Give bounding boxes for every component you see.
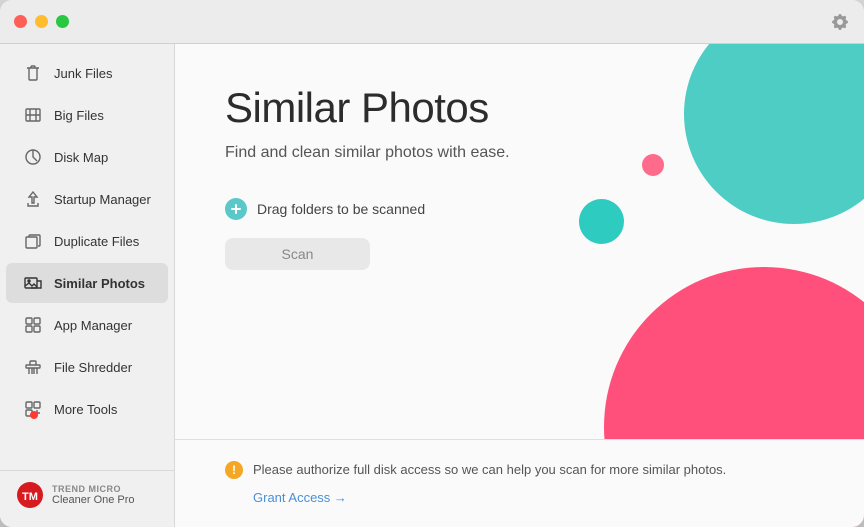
sidebar-label-app-manager: App Manager [54, 318, 132, 333]
bottom-notice: ! Please authorize full disk access so w… [175, 439, 864, 527]
footer-brand-text: TREND MICRO Cleaner One Pro [52, 484, 135, 506]
settings-icon[interactable] [830, 12, 850, 32]
sidebar-label-disk-map: Disk Map [54, 150, 108, 165]
sidebar-label-junk-files: Junk Files [54, 66, 113, 81]
similar-photos-icon [22, 272, 44, 294]
sidebar: Junk Files Big Files D [0, 44, 175, 527]
panel-subtitle: Find and clean similar photos with ease. [225, 144, 814, 162]
sidebar-item-junk-files[interactable]: Junk Files [6, 53, 168, 93]
add-folder-button[interactable] [225, 198, 247, 220]
sidebar-label-big-files: Big Files [54, 108, 104, 123]
big-files-icon [22, 104, 44, 126]
sidebar-item-big-files[interactable]: Big Files [6, 95, 168, 135]
maximize-button[interactable] [56, 15, 69, 28]
file-shredder-icon [22, 356, 44, 378]
sidebar-item-more-tools[interactable]: More Tools [6, 389, 168, 429]
sidebar-item-startup-manager[interactable]: Startup Manager [6, 179, 168, 219]
scan-button[interactable]: Scan [225, 238, 370, 270]
grant-access-link[interactable]: Grant Access → [253, 490, 347, 505]
sidebar-label-duplicate-files: Duplicate Files [54, 234, 139, 249]
sidebar-item-duplicate-files[interactable]: Duplicate Files [6, 221, 168, 261]
sidebar-item-file-shredder[interactable]: File Shredder [6, 347, 168, 387]
notice-text: Please authorize full disk access so we … [253, 460, 726, 480]
warning-icon: ! [225, 461, 243, 479]
sidebar-footer: TM TREND MICRO Cleaner One Pro [0, 470, 174, 519]
drag-area[interactable]: Drag folders to be scanned [225, 198, 814, 220]
notice-row: ! Please authorize full disk access so w… [225, 460, 814, 480]
close-button[interactable] [14, 15, 27, 28]
disk-map-icon [22, 146, 44, 168]
sidebar-label-startup-manager: Startup Manager [54, 192, 151, 207]
startup-manager-icon [22, 188, 44, 210]
more-tools-badge [30, 411, 38, 419]
app-manager-icon [22, 314, 44, 336]
svg-text:TM: TM [22, 491, 38, 503]
sidebar-label-file-shredder: File Shredder [54, 360, 132, 375]
drag-label: Drag folders to be scanned [257, 201, 425, 217]
app-window: Junk Files Big Files D [0, 0, 864, 527]
sidebar-item-similar-photos[interactable]: Similar Photos [6, 263, 168, 303]
minimize-button[interactable] [35, 15, 48, 28]
duplicate-files-icon [22, 230, 44, 252]
panel-title: Similar Photos [225, 84, 814, 132]
trend-micro-logo: TM [16, 481, 44, 509]
main-panel: Similar Photos Find and clean similar ph… [175, 44, 864, 527]
sidebar-item-app-manager[interactable]: App Manager [6, 305, 168, 345]
junk-files-icon [22, 62, 44, 84]
sidebar-label-similar-photos: Similar Photos [54, 276, 145, 291]
sidebar-label-more-tools: More Tools [54, 402, 117, 417]
main-content: Junk Files Big Files D [0, 44, 864, 527]
sidebar-item-disk-map[interactable]: Disk Map [6, 137, 168, 177]
titlebar [0, 0, 864, 44]
traffic-lights [14, 15, 69, 28]
